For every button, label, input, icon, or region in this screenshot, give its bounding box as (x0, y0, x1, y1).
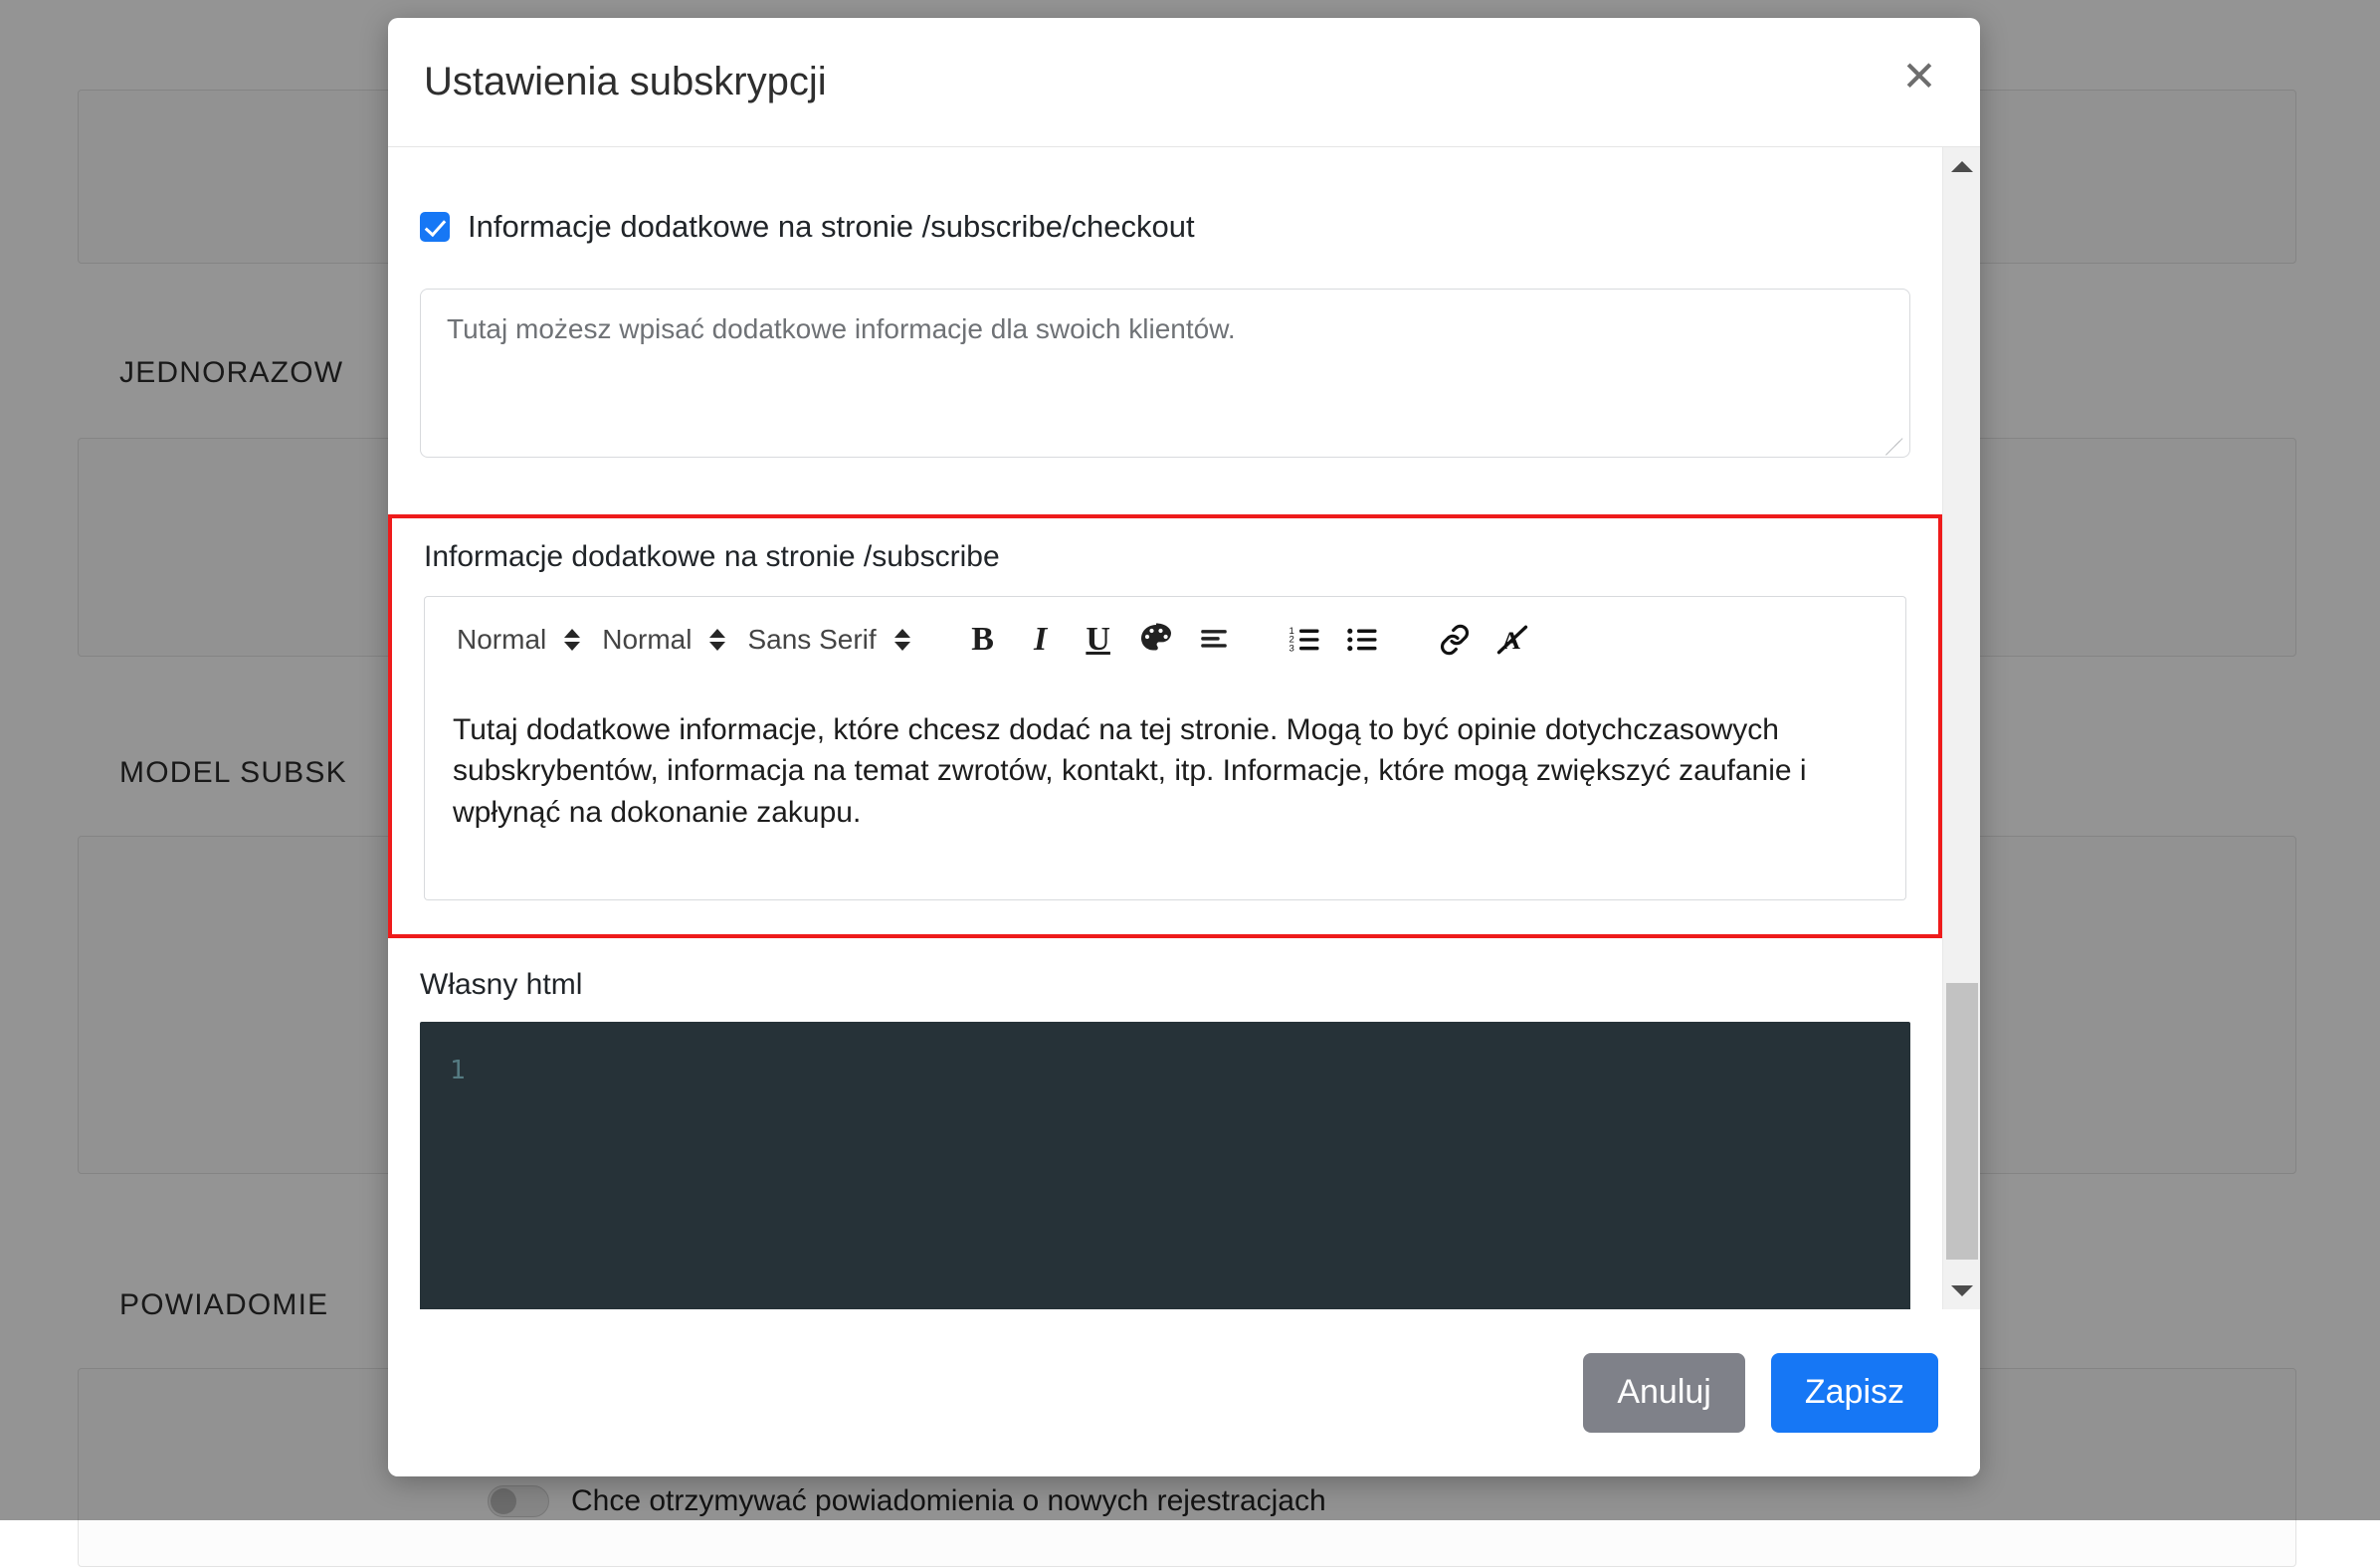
cancel-button[interactable]: Anuluj (1583, 1353, 1745, 1432)
bold-icon[interactable]: B (954, 611, 1012, 669)
subscription-settings-modal: Ustawienia subskrypcji ✕ Informacje doda… (388, 18, 1980, 1476)
subscribe-info-label: Informacje dodatkowe na stronie /subscri… (424, 518, 1906, 596)
scroll-down-arrow-icon[interactable] (1943, 1272, 1980, 1309)
modal-title: Ustawienia subskrypcji (424, 60, 827, 104)
svg-text:3: 3 (1289, 643, 1293, 654)
close-icon[interactable]: ✕ (1888, 46, 1950, 107)
color-palette-icon[interactable] (1127, 611, 1185, 669)
align-icon[interactable] (1185, 611, 1243, 669)
checkout-textarea-wrapper (420, 289, 1910, 463)
modal-header: Ustawienia subskrypcji ✕ (388, 18, 1980, 147)
header-picker-label: Normal (457, 624, 546, 656)
save-button[interactable]: Zapisz (1771, 1353, 1938, 1432)
italic-icon[interactable]: I (1012, 611, 1070, 669)
checkout-info-checkbox-label: Informacje dodatkowe na stronie /subscri… (468, 209, 1195, 245)
modal-body: Informacje dodatkowe na stronie /subscri… (388, 147, 1980, 1309)
size-picker-label: Normal (602, 624, 692, 656)
bullet-list-icon[interactable] (1334, 611, 1392, 669)
ordered-list-icon[interactable]: 1 2 3 (1277, 611, 1334, 669)
subscribe-info-highlighted-section: Informacje dodatkowe na stronie /subscri… (388, 514, 1942, 938)
checkout-info-textarea[interactable] (420, 289, 1910, 458)
modal-scroll-content: Informacje dodatkowe na stronie /subscri… (388, 147, 1942, 1309)
checkout-info-checkbox[interactable] (420, 212, 450, 242)
clear-format-icon[interactable]: A (1484, 611, 1541, 669)
size-picker[interactable]: Normal (590, 610, 735, 670)
custom-html-code-editor[interactable]: 1 (420, 1022, 1910, 1309)
chevron-updown-icon (564, 629, 580, 651)
modal-scrollbar[interactable] (1942, 147, 1980, 1309)
custom-html-label: Własny html (420, 968, 1910, 1002)
checkout-info-checkbox-row[interactable]: Informacje dodatkowe na stronie /subscri… (420, 209, 1910, 245)
modal-footer: Anuluj Zapisz (388, 1309, 1980, 1476)
code-line-number: 1 (450, 1056, 466, 1085)
scroll-up-arrow-icon[interactable] (1943, 147, 1980, 185)
font-picker[interactable]: Sans Serif (735, 610, 919, 670)
rich-text-editor[interactable]: Tutaj dodatkowe informacje, które chcesz… (424, 682, 1906, 900)
chevron-updown-icon (709, 629, 725, 651)
rich-text-content: Tutaj dodatkowe informacje, które chcesz… (453, 709, 1878, 833)
rich-text-toolbar: Normal Normal Sans Serif B I U (424, 596, 1906, 682)
scrollbar-thumb[interactable] (1946, 983, 1978, 1260)
font-picker-label: Sans Serif (747, 624, 876, 656)
underline-icon[interactable]: U (1070, 611, 1127, 669)
header-picker[interactable]: Normal (445, 610, 590, 670)
chevron-updown-icon (894, 629, 910, 651)
link-icon[interactable] (1426, 611, 1484, 669)
